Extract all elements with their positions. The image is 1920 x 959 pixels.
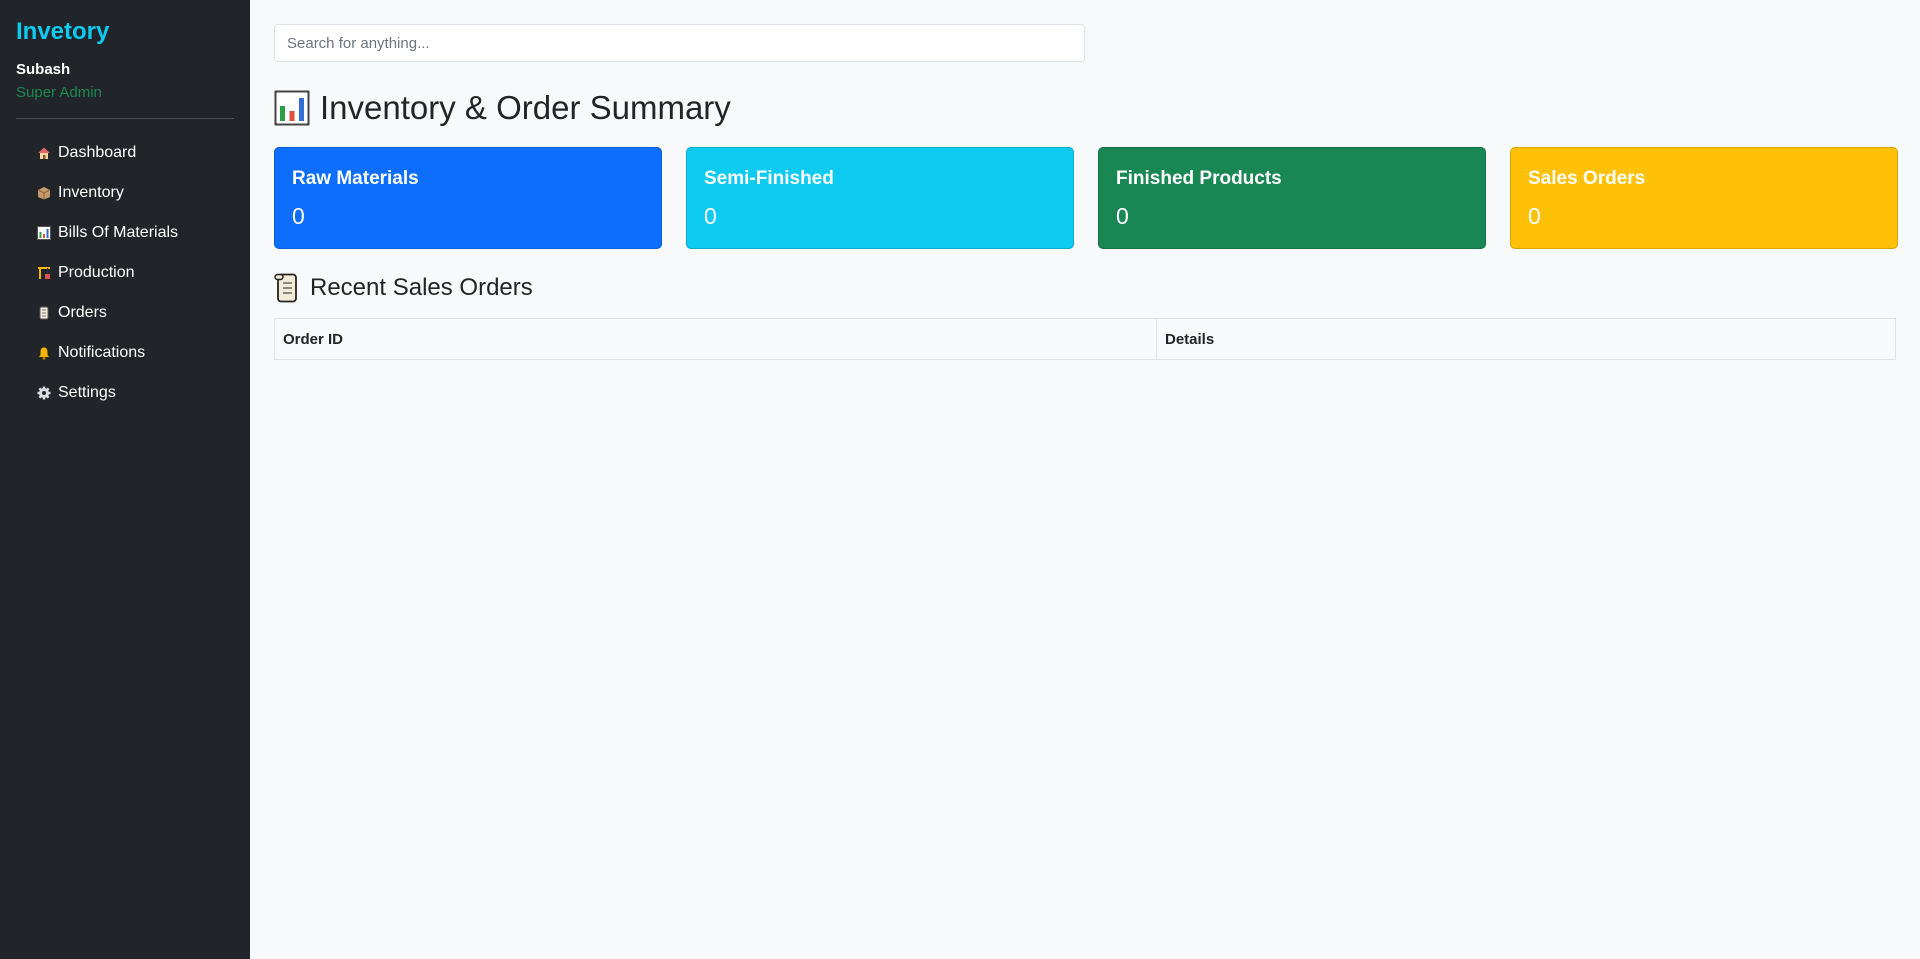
column-header-order-id[interactable]: Order ID (274, 318, 1157, 360)
house-icon (34, 146, 54, 160)
sidebar-item-production[interactable]: Production (34, 253, 234, 293)
sidebar-item-label: Orders (58, 304, 107, 321)
brand-logo[interactable]: Invetory (16, 16, 234, 48)
summary-cards: Raw Materials 0 Semi-Finished 0 Finished… (274, 147, 1898, 249)
sidebar-item-label: Dashboard (58, 144, 137, 161)
sidebar-item-bills-of-materials[interactable]: Bills Of Materials (34, 213, 234, 253)
sidebar-item-notifications[interactable]: Notifications (34, 333, 234, 373)
page-title: Inventory & Order Summary (274, 88, 1898, 128)
recent-orders-table: Order ID Details (274, 318, 1896, 360)
card-finished-products[interactable]: Finished Products 0 (1098, 147, 1486, 249)
search-input[interactable] (274, 24, 1085, 62)
card-value: 0 (1116, 203, 1129, 229)
sidebar-item-orders[interactable]: Orders (34, 293, 234, 333)
card-semi-finished[interactable]: Semi-Finished 0 (686, 147, 1074, 249)
sidebar-item-label: Bills Of Materials (58, 224, 179, 241)
user-name: Subash (16, 61, 71, 78)
card-title: Finished Products (1116, 168, 1282, 189)
sidebar-item-label: Settings (58, 384, 116, 401)
card-title: Sales Orders (1528, 168, 1646, 189)
sidebar-item-label: Production (58, 264, 135, 281)
card-sales-orders[interactable]: Sales Orders 0 (1510, 147, 1898, 249)
card-value: 0 (704, 203, 717, 229)
column-header-details[interactable]: Details (1156, 318, 1896, 360)
sidebar-item-dashboard[interactable]: Dashboard (34, 133, 234, 173)
section-title: Recent Sales Orders (274, 273, 1898, 303)
box-icon (34, 186, 54, 200)
sidebar-nav: Dashboard Inventory Bills Of Materials P… (16, 133, 234, 413)
sidebar: Invetory Subash Super Admin Dashboard In… (0, 0, 250, 959)
sidebar-divider (16, 118, 234, 119)
card-raw-materials[interactable]: Raw Materials 0 (274, 147, 662, 249)
table-header-row: Order ID Details (274, 318, 1896, 360)
bar-chart-icon (34, 226, 54, 240)
page-title-text: Inventory & Order Summary (320, 89, 731, 126)
construction-icon (34, 266, 54, 280)
sidebar-item-label: Inventory (58, 184, 124, 201)
scroll-icon (34, 306, 54, 320)
sidebar-item-settings[interactable]: Settings (34, 373, 234, 413)
user-role: Super Admin (16, 84, 102, 101)
sidebar-item-inventory[interactable]: Inventory (34, 173, 234, 213)
bell-icon (34, 346, 54, 360)
gear-icon (34, 386, 54, 400)
sidebar-item-label: Notifications (58, 344, 146, 361)
section-title-text: Recent Sales Orders (310, 274, 533, 301)
card-value: 0 (1528, 203, 1541, 229)
card-value: 0 (292, 203, 305, 229)
scroll-icon (274, 273, 300, 303)
card-title: Semi-Finished (704, 168, 834, 189)
main-content: Inventory & Order Summary Raw Materials … (250, 0, 1920, 959)
card-title: Raw Materials (292, 168, 419, 189)
app-root: Invetory Subash Super Admin Dashboard In… (0, 0, 1920, 959)
bar-chart-icon (274, 90, 310, 126)
